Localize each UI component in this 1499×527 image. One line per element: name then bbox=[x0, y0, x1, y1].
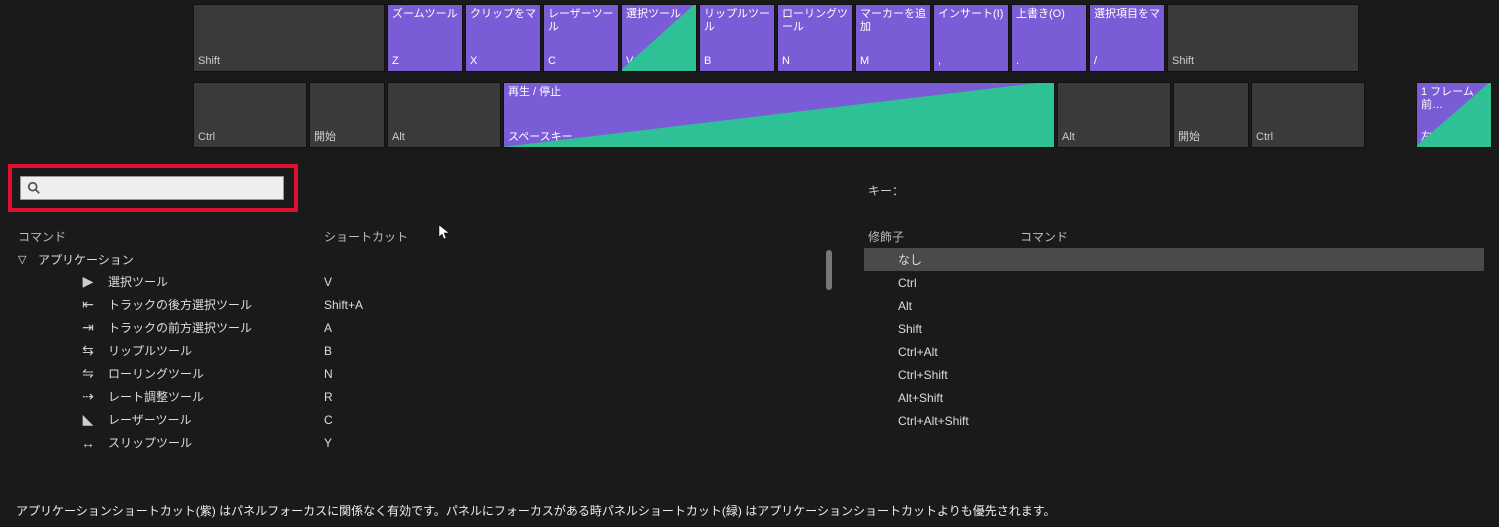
scrollbar-thumb[interactable] bbox=[826, 250, 832, 290]
search-highlight bbox=[8, 164, 298, 212]
cursor-icon bbox=[438, 224, 452, 243]
command-row[interactable]: ◣ レーザーツール C bbox=[14, 408, 834, 431]
command-row[interactable]: ⇢ レート調整ツール R bbox=[14, 385, 834, 408]
modifier-row[interactable]: Alt bbox=[864, 294, 1484, 317]
rate-icon: ⇢ bbox=[78, 388, 98, 405]
modifier-row[interactable]: Ctrl bbox=[864, 271, 1484, 294]
key-alt-left[interactable]: Alt bbox=[387, 82, 501, 148]
fwd-select-icon: ⇥ bbox=[78, 319, 98, 336]
key-shift-left[interactable]: Shift bbox=[193, 4, 385, 72]
key-x[interactable]: クリップをマX bbox=[465, 4, 541, 72]
key-shift-right[interactable]: Shift bbox=[1167, 4, 1359, 72]
header-command2: コマンド bbox=[1020, 228, 1068, 245]
command-row[interactable]: ⇤ トラックの後方選択ツール Shift+A bbox=[14, 293, 834, 316]
command-row[interactable]: ⇆ リップルツール B bbox=[14, 339, 834, 362]
footer-hint: アプリケーションショートカット(紫) はパネルフォーカスに関係なく有効です。パネ… bbox=[16, 502, 1056, 519]
modifier-row[interactable]: Ctrl+Shift bbox=[864, 363, 1484, 386]
command-row[interactable]: ⇄ スライドツール U bbox=[14, 454, 834, 460]
ripple-icon: ⇆ bbox=[78, 342, 98, 359]
search-icon bbox=[27, 181, 41, 195]
key-start-right[interactable]: 開始 bbox=[1173, 82, 1249, 148]
key-left-arrow[interactable]: 1 フレーム前… 左 bbox=[1416, 82, 1492, 148]
key-v[interactable]: 選択ツールV bbox=[621, 4, 697, 72]
command-row[interactable]: ⇋ ローリングツール N bbox=[14, 362, 834, 385]
key-b[interactable]: リップルツールB bbox=[699, 4, 775, 72]
back-select-icon: ⇤ bbox=[78, 296, 98, 313]
group-application[interactable]: ▽ アプリケーション bbox=[14, 248, 834, 270]
header-command: コマンド bbox=[18, 228, 66, 245]
command-row[interactable]: ▶ 選択ツール V bbox=[14, 270, 834, 293]
header-modifier: 修飾子 bbox=[868, 228, 904, 245]
command-row[interactable]: ⇥ トラックの前方選択ツール A bbox=[14, 316, 834, 339]
command-row[interactable]: ↔ スリップツール Y bbox=[14, 431, 834, 454]
chevron-down-icon: ▽ bbox=[18, 253, 28, 266]
header-shortcut: ショートカット bbox=[324, 228, 408, 245]
key-n[interactable]: ローリングツールN bbox=[777, 4, 853, 72]
rolling-icon: ⇋ bbox=[78, 365, 98, 382]
group-label: アプリケーション bbox=[38, 251, 134, 268]
key-comma[interactable]: インサート(I), bbox=[933, 4, 1009, 72]
modifier-list[interactable]: なし Ctrl Alt Shift Ctrl+Alt Ctrl+Shift Al… bbox=[864, 248, 1484, 432]
modifier-row[interactable]: Alt+Shift bbox=[864, 386, 1484, 409]
modifier-row[interactable]: Ctrl+Alt bbox=[864, 340, 1484, 363]
razor-icon: ◣ bbox=[78, 411, 98, 428]
key-alt-right[interactable]: Alt bbox=[1057, 82, 1171, 148]
modifier-row[interactable]: Shift bbox=[864, 317, 1484, 340]
keys-label: キー： bbox=[868, 182, 904, 199]
select-tool-icon: ▶ bbox=[78, 273, 98, 290]
slip-icon: ↔ bbox=[78, 435, 98, 451]
key-start-left[interactable]: 開始 bbox=[309, 82, 385, 148]
key-ctrl-left[interactable]: Ctrl bbox=[193, 82, 307, 148]
key-space[interactable]: 再生 / 停止 スペースキー bbox=[503, 82, 1055, 148]
slide-icon: ⇄ bbox=[78, 457, 98, 460]
modifier-row[interactable]: Ctrl+Alt+Shift bbox=[864, 409, 1484, 432]
key-period[interactable]: 上書き(O). bbox=[1011, 4, 1087, 72]
search-field[interactable] bbox=[20, 176, 284, 200]
search-input[interactable] bbox=[41, 181, 283, 195]
key-z[interactable]: ズームツールZ bbox=[387, 4, 463, 72]
key-slash[interactable]: 選択項目をマ/ bbox=[1089, 4, 1165, 72]
key-m[interactable]: マーカーを追加M bbox=[855, 4, 931, 72]
modifier-row[interactable]: なし bbox=[864, 248, 1484, 271]
key-c[interactable]: レーザーツールC bbox=[543, 4, 619, 72]
command-list[interactable]: ▽ アプリケーション ▶ 選択ツール V ⇤ トラックの後方選択ツール Shif… bbox=[14, 248, 834, 460]
key-ctrl-right[interactable]: Ctrl bbox=[1251, 82, 1365, 148]
